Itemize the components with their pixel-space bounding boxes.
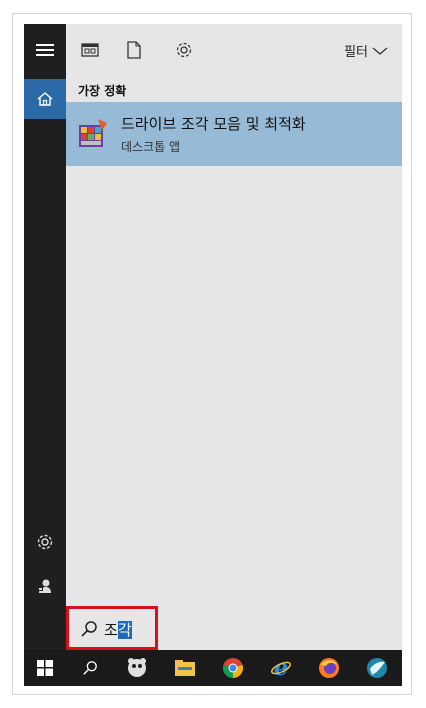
taskbar: e: [24, 650, 402, 686]
menu-button[interactable]: [24, 30, 66, 70]
firefox-icon: [319, 658, 339, 678]
search-filter-toolbar: 필터: [66, 24, 402, 76]
file-explorer-icon: [175, 660, 195, 676]
settings-icon: [37, 534, 53, 550]
taskbar-firefox[interactable]: [308, 650, 350, 686]
settings-icon: [176, 42, 192, 58]
result-title: 드라이브 조각 모음 및 최적화: [121, 115, 306, 133]
taskbar-search-button[interactable]: [69, 650, 111, 686]
user-button[interactable]: [24, 566, 66, 606]
filter-dropdown[interactable]: 필터: [344, 41, 388, 60]
start-button[interactable]: [24, 650, 66, 686]
search-highlight-box: [66, 606, 158, 650]
result-subtitle: 데스크톱 앱: [121, 140, 181, 154]
documents-icon: [127, 41, 141, 59]
taskbar-app-1[interactable]: [116, 650, 158, 686]
windows-start-icon: [37, 660, 53, 676]
taskbar-internet-explorer[interactable]: e: [260, 650, 302, 686]
app-icon: [128, 658, 146, 677]
documents-filter-button[interactable]: [124, 40, 144, 60]
internet-explorer-icon: e: [271, 657, 291, 679]
defragment-app-icon: [79, 119, 107, 147]
user-icon: [38, 579, 51, 593]
search-icon: [83, 661, 97, 675]
settings-filter-button[interactable]: [174, 40, 194, 60]
search-result-item[interactable]: 드라이브 조각 모음 및 최적화 데스크톱 앱: [66, 102, 402, 166]
chevron-down-icon: [372, 47, 388, 55]
taskbar-chrome[interactable]: [212, 650, 254, 686]
taskbar-file-explorer[interactable]: [164, 650, 206, 686]
best-match-heading: 가장 정확: [78, 84, 127, 98]
home-icon: [37, 92, 53, 106]
chrome-icon: [223, 658, 243, 678]
home-button[interactable]: [24, 79, 66, 119]
svg-text:e: e: [274, 657, 288, 679]
taskbar-app-2[interactable]: [356, 650, 398, 686]
filter-label: 필터: [344, 45, 368, 60]
hamburger-icon: [36, 44, 54, 56]
start-left-rail: [24, 24, 66, 650]
apps-icon: [81, 43, 99, 57]
app-icon: [367, 658, 387, 678]
start-search-panel: 필터 가장 정확 드라이브 조각 모음 및 최적화 데스크톱 앱: [66, 24, 402, 609]
apps-filter-button[interactable]: [80, 40, 100, 60]
settings-button[interactable]: [24, 522, 66, 562]
